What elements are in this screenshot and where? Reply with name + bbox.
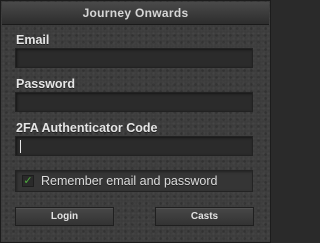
login-button[interactable]: Login <box>15 207 114 226</box>
twofa-code-field[interactable] <box>15 136 253 156</box>
casts-button[interactable]: Casts <box>155 207 254 226</box>
password-label: Password <box>16 77 76 91</box>
remember-checkbox-row[interactable]: ✓ Remember email and password <box>15 170 253 192</box>
password-field[interactable] <box>15 92 253 112</box>
email-label: Email <box>16 33 50 47</box>
text-caret <box>20 140 21 153</box>
twofa-label: 2FA Authenticator Code <box>16 121 158 135</box>
remember-label: Remember email and password <box>41 174 218 188</box>
window-title: Journey Onwards <box>2 2 269 25</box>
email-field[interactable] <box>15 48 253 68</box>
checkmark-icon[interactable]: ✓ <box>22 175 34 187</box>
login-dialog: Journey Onwards Email Password 2FA Authe… <box>0 0 271 243</box>
